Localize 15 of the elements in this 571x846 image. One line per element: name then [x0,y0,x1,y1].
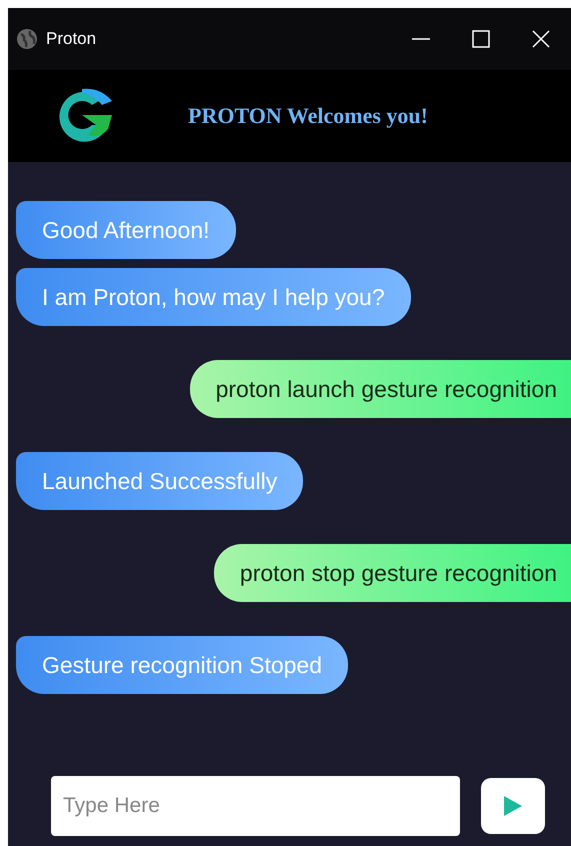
bot-message: Launched Successfully [16,452,304,510]
bot-message: Good Afternoon! [16,201,236,259]
minimize-icon [411,38,431,40]
message-input[interactable]: Type Here [51,776,460,836]
close-icon [531,29,551,49]
welcome-title: PROTON Welcomes you! [188,103,428,129]
globe-icon [16,28,38,50]
bot-message: I am Proton, how may I help you? [16,268,411,326]
window-title: Proton [46,29,98,49]
user-message: proton stop gesture recognition [214,544,571,602]
bot-message: Gesture recognition Stoped [16,636,348,694]
user-message: proton launch gesture recognition [190,360,571,418]
send-button[interactable] [481,778,545,834]
maximize-icon [471,29,491,49]
play-icon [503,795,523,817]
